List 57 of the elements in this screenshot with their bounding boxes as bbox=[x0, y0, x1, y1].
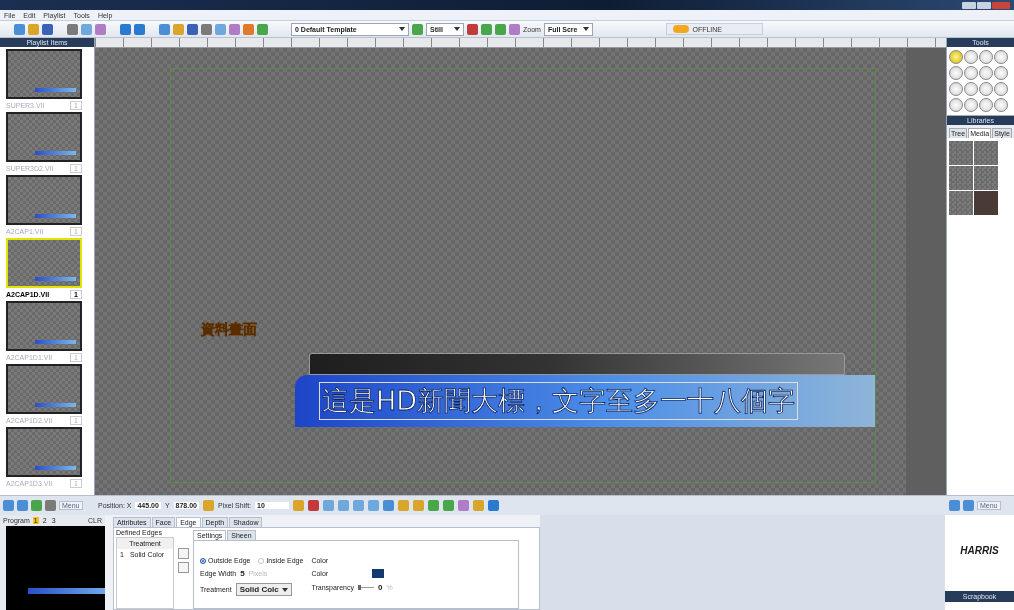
tool-icon[interactable] bbox=[964, 50, 978, 64]
color-swatch[interactable] bbox=[372, 569, 385, 578]
playlist-thumbnail[interactable] bbox=[6, 301, 82, 351]
tool-icon[interactable] bbox=[979, 98, 993, 112]
tool-icon[interactable] bbox=[994, 98, 1008, 112]
media-thumbnail[interactable] bbox=[974, 166, 998, 190]
logo: HARRIS bbox=[959, 545, 1000, 556]
media-thumbnail[interactable] bbox=[949, 141, 973, 165]
tool-icon[interactable] bbox=[979, 82, 993, 96]
toolbar-icon[interactable] bbox=[243, 23, 254, 35]
toolbar-icon[interactable] bbox=[383, 500, 395, 511]
playlist-thumbnail[interactable] bbox=[6, 112, 82, 162]
media-thumbnail[interactable] bbox=[974, 141, 998, 165]
tool-icon[interactable] bbox=[994, 66, 1008, 80]
toolbar-icon[interactable] bbox=[458, 500, 470, 511]
maximize-button[interactable] bbox=[977, 1, 991, 9]
caret-icon[interactable] bbox=[583, 27, 590, 31]
toolbar-icon[interactable] bbox=[428, 500, 440, 511]
toolbar-icon[interactable] bbox=[229, 23, 240, 35]
tool-icon[interactable] bbox=[994, 50, 1008, 64]
media-thumbnail[interactable] bbox=[949, 191, 973, 215]
tool-icon[interactable] bbox=[949, 82, 963, 96]
radio-icon[interactable] bbox=[258, 557, 265, 564]
playlist-thumbnail[interactable] bbox=[6, 364, 82, 414]
toolbar-icon[interactable] bbox=[443, 500, 455, 511]
minimize-button[interactable] bbox=[962, 1, 976, 9]
caret-icon[interactable] bbox=[454, 27, 460, 31]
tool-icon[interactable] bbox=[949, 98, 963, 112]
tool-icon[interactable] bbox=[964, 98, 978, 112]
toolbar-icon[interactable] bbox=[467, 23, 478, 35]
tool-icon[interactable] bbox=[979, 50, 993, 64]
slider-thumb[interactable] bbox=[357, 585, 361, 590]
tool-icon[interactable] bbox=[994, 82, 1008, 96]
caret-icon[interactable] bbox=[281, 587, 288, 592]
caret-icon[interactable] bbox=[399, 27, 405, 31]
toolbar-icon[interactable] bbox=[187, 23, 198, 35]
tool-icon[interactable] bbox=[979, 66, 993, 80]
tool-icon[interactable] bbox=[949, 66, 963, 80]
toolbar-icon[interactable] bbox=[257, 23, 268, 35]
toolbar-icon[interactable] bbox=[201, 23, 212, 35]
playlist-thumbnail[interactable] bbox=[6, 427, 82, 477]
media-thumbnail[interactable] bbox=[949, 166, 973, 190]
toolbar-icon[interactable] bbox=[488, 500, 500, 511]
playlist-thumbnail[interactable] bbox=[6, 49, 82, 99]
toolbar-icon[interactable] bbox=[308, 500, 320, 511]
dark-bar[interactable] bbox=[309, 353, 845, 375]
edge-width-field[interactable]: 5 bbox=[240, 569, 245, 578]
tool-icon[interactable] bbox=[964, 82, 978, 96]
toolbar-icon[interactable] bbox=[159, 23, 170, 35]
toolbar-icon[interactable] bbox=[509, 23, 520, 35]
toolbar-icon[interactable] bbox=[215, 23, 226, 35]
treatment-dropdown[interactable]: Solid Colc bbox=[235, 583, 292, 596]
playlist-thumbnail[interactable] bbox=[6, 175, 82, 225]
tool-icon[interactable] bbox=[949, 50, 963, 64]
transparency-slider[interactable] bbox=[357, 585, 374, 590]
tool-icon[interactable] bbox=[964, 66, 978, 80]
transparency-field[interactable]: 0 bbox=[377, 583, 383, 592]
